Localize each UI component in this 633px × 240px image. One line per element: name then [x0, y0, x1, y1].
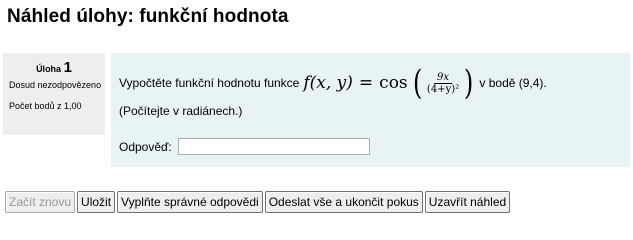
question-content: Vypočtěte funkční hodnotu funkce f(x, y)… — [111, 53, 630, 167]
formula-left-paren: ( — [412, 63, 422, 103]
formula-right-paren: ) — [464, 63, 474, 103]
answer-row: Odpověď: — [119, 138, 370, 155]
question-text-before: Vypočtěte funkční hodnotu funkce — [119, 76, 300, 90]
formula-lhs: f(x, y) — [303, 73, 353, 93]
formula-equals: = — [358, 73, 374, 93]
question-note: (Počítejte v radiánech.) — [119, 104, 243, 118]
page-title: Náhled úlohy: funkční hodnota — [7, 6, 289, 27]
question-info-panel: Úloha 1 Dosud nezodpovězeno Počet bodů z… — [3, 53, 105, 135]
question-state: Dosud nezodpovězeno — [9, 80, 102, 90]
question-text-after: v bodě (9,4). — [479, 76, 547, 90]
question-number-label: Úloha — [36, 64, 62, 74]
formula-fraction: 9x (4+y)² — [425, 72, 461, 95]
answer-label: Odpověď: — [119, 139, 172, 154]
action-buttons: Začít znovu Uložit Vyplňte správné odpov… — [5, 191, 511, 213]
math-formula: f(x, y) = cos ( 9x (4+y)² ) — [303, 63, 475, 103]
formula-denominator: (4+y)² — [426, 83, 460, 95]
question-number: Úloha 1 — [3, 60, 105, 76]
answer-input[interactable] — [177, 138, 370, 155]
fill-correct-button[interactable]: Vyplňte správné odpovědi — [117, 191, 263, 213]
question-text: Vypočtěte funkční hodnotu funkce f(x, y)… — [119, 63, 547, 103]
close-preview-button[interactable]: Uzavřít náhled — [424, 191, 511, 213]
submit-all-button[interactable]: Odeslat vše a ukončit pokus — [264, 191, 423, 213]
formula-numerator: 9x — [434, 72, 453, 84]
question-number-value: 1 — [63, 59, 72, 76]
formula-function: cos — [379, 73, 408, 93]
restart-button[interactable]: Začít znovu — [5, 191, 76, 213]
save-button[interactable]: Uložit — [77, 191, 116, 213]
question-grade: Počet bodů z 1,00 — [9, 101, 82, 111]
